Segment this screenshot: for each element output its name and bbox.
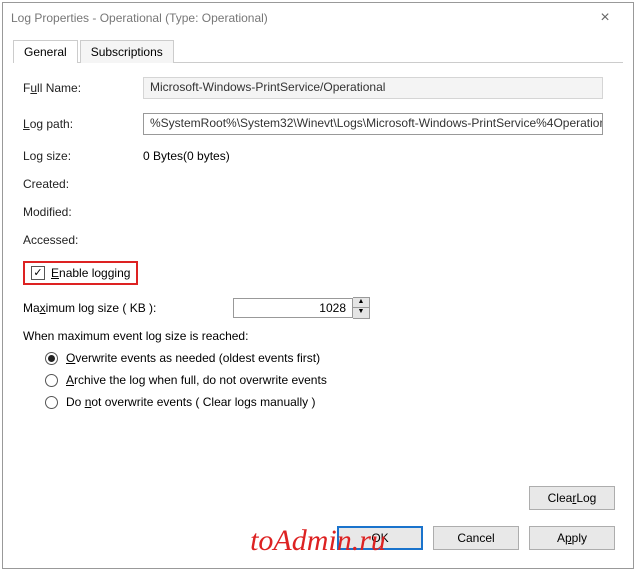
apply-button[interactable]: Apply xyxy=(529,526,615,550)
tab-content: Full Name: Microsoft-Windows-PrintServic… xyxy=(3,63,633,427)
radio-donot-btn[interactable] xyxy=(45,396,58,409)
logsize-label: Log size: xyxy=(23,149,143,163)
row-logpath: Log path: %SystemRoot%\System32\Winevt\L… xyxy=(23,113,613,135)
radio-overwrite-btn[interactable] xyxy=(45,352,58,365)
tab-subscriptions[interactable]: Subscriptions xyxy=(80,40,174,63)
enable-logging-highlight: ✓ Enable logging xyxy=(23,261,138,285)
accessed-label: Accessed: xyxy=(23,233,143,247)
row-created: Created: xyxy=(23,177,613,191)
logsize-value: 0 Bytes(0 bytes) xyxy=(143,149,613,163)
created-label: Created: xyxy=(23,177,143,191)
radio-archive-btn[interactable] xyxy=(45,374,58,387)
logpath-input[interactable]: %SystemRoot%\System32\Winevt\Logs\Micros… xyxy=(143,113,603,135)
radio-donot[interactable]: Do not overwrite events ( Clear logs man… xyxy=(45,395,613,409)
log-properties-window: Log Properties - Operational (Type: Oper… xyxy=(2,2,634,569)
row-fullname: Full Name: Microsoft-Windows-PrintServic… xyxy=(23,77,613,99)
tab-strip: General Subscriptions xyxy=(13,39,633,62)
radio-archive-label: Archive the log when full, do not overwr… xyxy=(66,373,327,387)
close-icon[interactable]: × xyxy=(585,9,625,27)
maxsize-input[interactable]: 1028 xyxy=(233,298,353,318)
titlebar: Log Properties - Operational (Type: Oper… xyxy=(3,3,633,33)
maxsize-spinner[interactable]: 1028 ▲ ▼ xyxy=(233,297,370,319)
radio-archive[interactable]: Archive the log when full, do not overwr… xyxy=(45,373,613,387)
spinner-up-icon[interactable]: ▲ xyxy=(353,298,369,308)
enable-logging-checkbox[interactable]: ✓ xyxy=(31,266,45,280)
radio-donot-label: Do not overwrite events ( Clear logs man… xyxy=(66,395,315,409)
modified-label: Modified: xyxy=(23,205,143,219)
enable-logging-label: Enable logging xyxy=(51,266,130,280)
when-max-label: When maximum event log size is reached: xyxy=(23,329,613,343)
radio-overwrite-label: Overwrite events as needed (oldest event… xyxy=(66,351,320,365)
cancel-button[interactable]: Cancel xyxy=(433,526,519,550)
logpath-label: Log path: xyxy=(23,117,143,131)
fullname-value[interactable]: Microsoft-Windows-PrintService/Operation… xyxy=(143,77,603,99)
ok-button[interactable]: OK xyxy=(337,526,423,550)
fullname-label: Full Name: xyxy=(23,81,143,95)
row-logsize: Log size: 0 Bytes(0 bytes) xyxy=(23,149,613,163)
radio-overwrite[interactable]: Overwrite events as needed (oldest event… xyxy=(45,351,613,365)
row-modified: Modified: xyxy=(23,205,613,219)
window-title: Log Properties - Operational (Type: Oper… xyxy=(11,11,585,25)
clear-log-button[interactable]: Clear Log xyxy=(529,486,615,510)
maxsize-label: Maximum log size ( KB ): xyxy=(23,301,233,315)
spinner-down-icon[interactable]: ▼ xyxy=(353,308,369,318)
tab-general[interactable]: General xyxy=(13,40,78,63)
row-maxsize: Maximum log size ( KB ): 1028 ▲ ▼ xyxy=(23,297,613,319)
row-accessed: Accessed: xyxy=(23,233,613,247)
